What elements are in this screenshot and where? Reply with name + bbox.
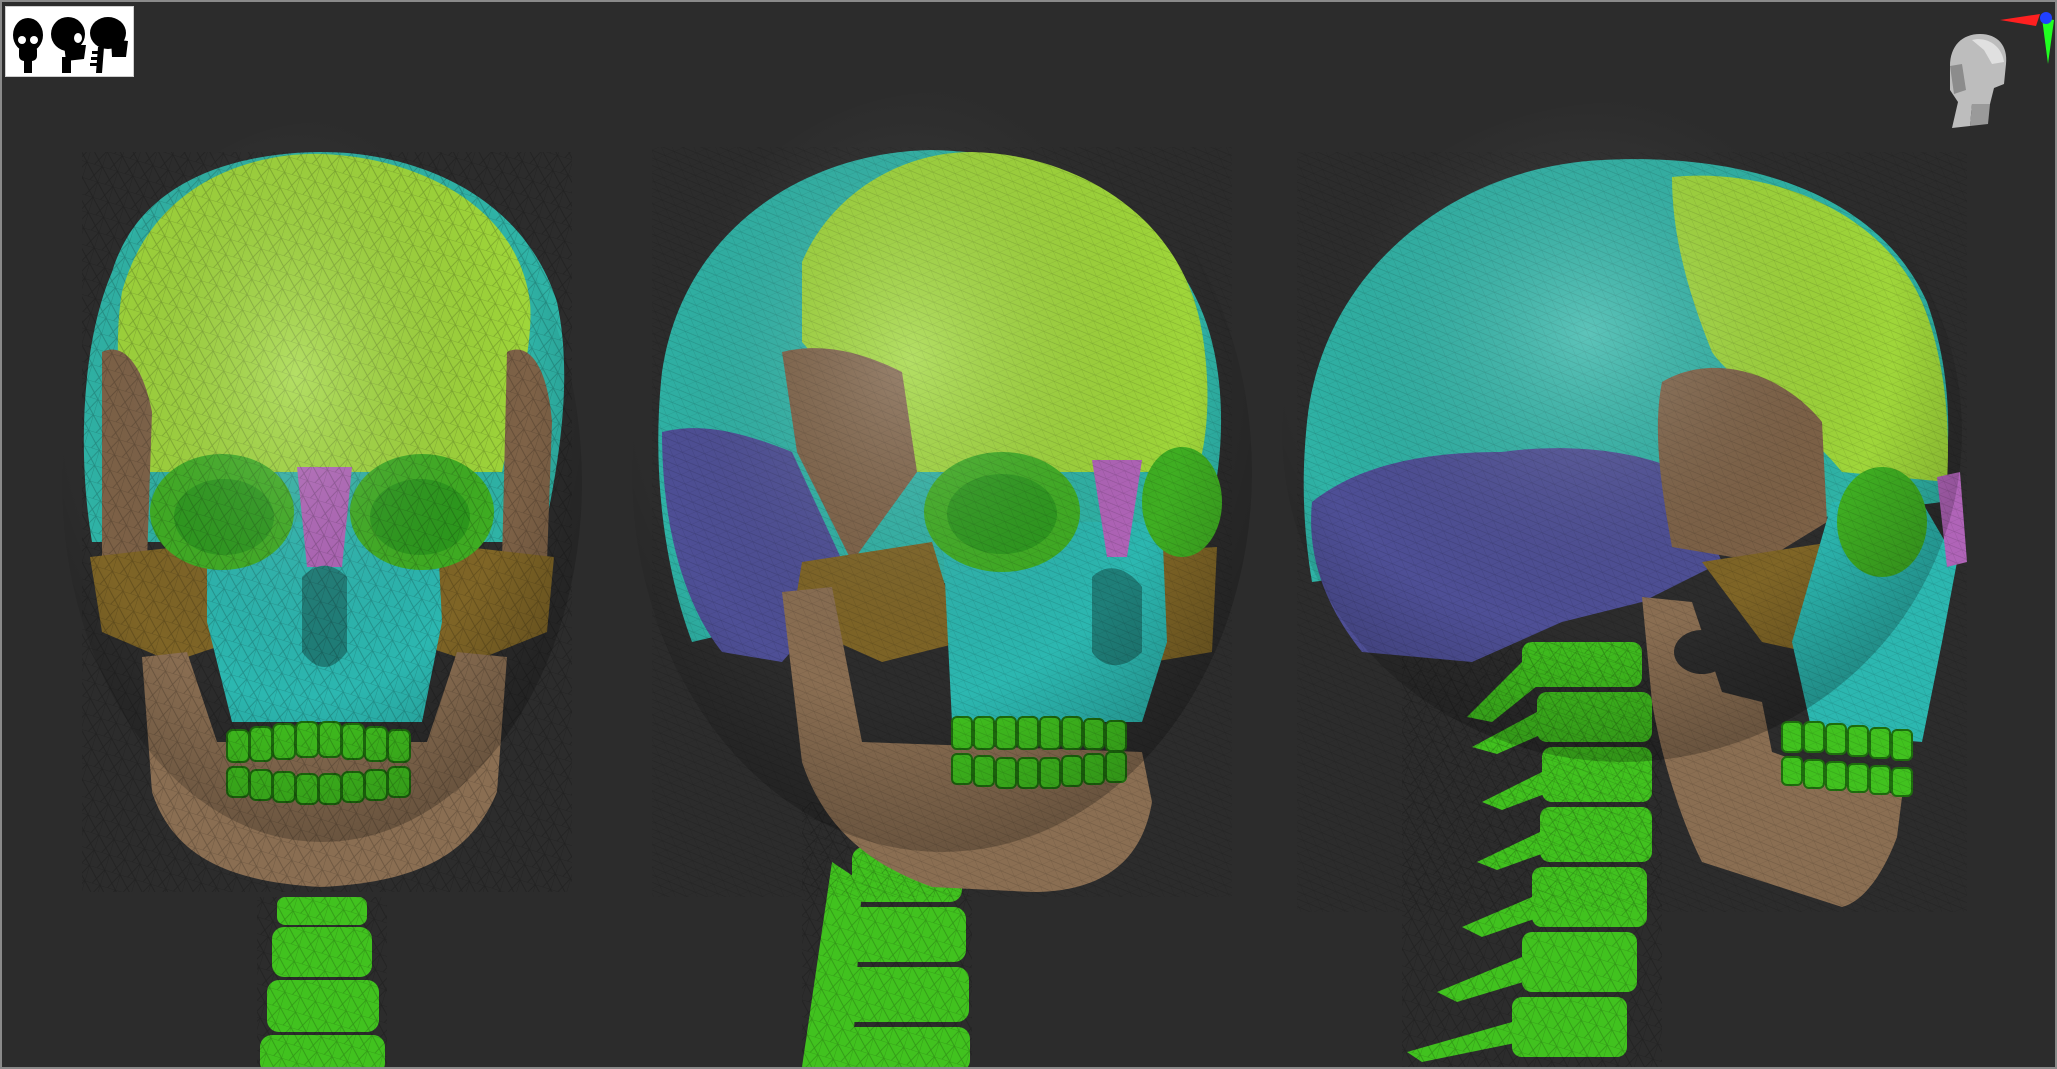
head-orientation-gizmo-icon[interactable] (1950, 34, 2007, 128)
skull-side-silhouette-icon[interactable] (90, 17, 128, 73)
3d-viewport[interactable] (0, 0, 2057, 1069)
skull-three-quarter-silhouette-icon[interactable] (51, 17, 86, 73)
skull-front-silhouette-icon[interactable] (13, 18, 43, 73)
axis-triad-icon (2000, 12, 2054, 64)
skull-front-view[interactable] (62, 122, 582, 1067)
skull-render-scene (62, 92, 1967, 1067)
skull-three-quarter-view[interactable] (632, 92, 1252, 1067)
skull-side-view[interactable] (1282, 102, 1967, 1067)
navigation-gizmo[interactable] (1932, 6, 2055, 136)
view-thumbnails-panel[interactable] (5, 6, 134, 77)
